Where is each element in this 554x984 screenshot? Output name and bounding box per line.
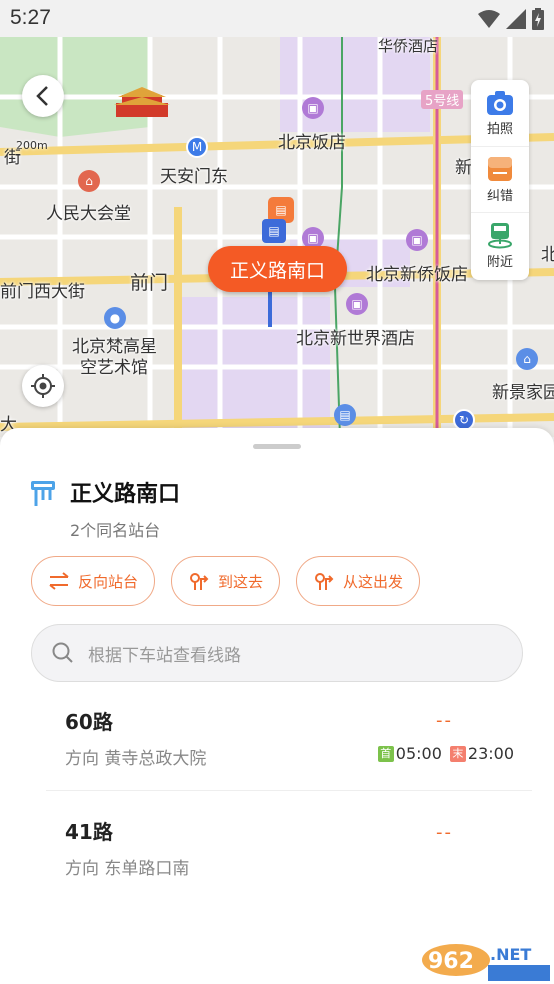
tool-camera-label: 拍照 xyxy=(486,121,513,137)
signal-icon xyxy=(506,9,526,29)
first-bus-tag: 首 xyxy=(377,745,394,762)
station-panel: 正义路南口 2个同名站台 反向站台 到这去 从这出发 根据下车站查看线路 60路… xyxy=(0,428,554,984)
route-eta: -- xyxy=(436,710,453,731)
nearby-bus-icon xyxy=(488,223,512,249)
route-divider xyxy=(46,790,532,791)
feedback-icon xyxy=(488,157,512,181)
search-placeholder: 根据下车站查看线路 xyxy=(88,645,241,666)
camera-icon xyxy=(487,90,513,115)
map-label-xinjing: 新景家园 xyxy=(492,383,554,403)
status-time: 5:27 xyxy=(10,6,51,29)
station-pin-label[interactable]: 正义路南口 xyxy=(208,246,348,292)
map-label-xin: 新 xyxy=(455,158,472,178)
locate-icon xyxy=(31,374,55,398)
tool-feedback[interactable]: 纠错 xyxy=(471,146,529,212)
bus-poi-icon: ▤ xyxy=(334,404,356,426)
bus-stop-icon xyxy=(31,481,55,506)
route-name: 60路 xyxy=(65,710,113,734)
map-label-jie: 街 xyxy=(4,148,21,168)
map-label-bei: 北 xyxy=(541,245,554,265)
tool-feedback-label: 纠错 xyxy=(486,189,513,204)
start-here-button[interactable]: 从这出发 xyxy=(296,556,421,606)
map-label-qianmen-west: 前门西大街 xyxy=(0,282,85,302)
site-watermark-logo: 962 .NET xyxy=(416,938,554,984)
swap-icon xyxy=(49,572,69,590)
tool-nearby-label: 附近 xyxy=(486,255,513,270)
tool-nearby[interactable]: 附近 xyxy=(471,212,529,278)
battery-icon xyxy=(532,8,544,30)
route-eta: -- xyxy=(436,822,453,843)
station-title: 正义路南口 xyxy=(70,482,181,507)
map-label-fanggao2: 空艺术馆 xyxy=(80,358,148,378)
hotel-icon-3: ▣ xyxy=(406,229,428,251)
locate-button[interactable] xyxy=(22,365,64,407)
metro-icon: M xyxy=(186,136,208,158)
hotel-icon: ▣ xyxy=(302,97,324,119)
route-search-input[interactable]: 根据下车站查看线路 xyxy=(31,624,523,682)
gallery-icon: ● xyxy=(104,307,126,329)
map-label-line5: 5号线 xyxy=(421,90,464,109)
bus-stop-marker-icon-2[interactable]: ▤ xyxy=(262,219,286,243)
residential-icon: ⌂ xyxy=(516,348,538,370)
map-label-beijing-hotel: 北京饭店 xyxy=(278,133,346,153)
svg-text:962: 962 xyxy=(428,949,474,974)
map-label-new-world: 北京新世界酒店 xyxy=(296,329,415,349)
station-actions: 反向站台 到这去 从这出发 xyxy=(31,556,421,606)
route-direction: 方向 黄寺总政大院 xyxy=(65,749,207,769)
reverse-station-button[interactable]: 反向站台 xyxy=(31,556,156,606)
route-times: 首 05:00 末 23:00 xyxy=(377,744,514,763)
route-direction: 方向 东单路口南 xyxy=(65,859,190,879)
hotel-icon-4: ▣ xyxy=(346,293,368,315)
route-name: 41路 xyxy=(65,820,113,844)
last-bus-time: 23:00 xyxy=(467,744,514,763)
go-here-button[interactable]: 到这去 xyxy=(171,556,281,606)
route-item[interactable]: 60路 方向 黄寺总政大院 -- 首 05:00 末 23:00 xyxy=(0,706,554,816)
back-button[interactable] xyxy=(22,75,64,117)
wifi-icon xyxy=(478,10,500,28)
tiananmen-icon xyxy=(114,87,170,117)
status-icons xyxy=(478,8,544,30)
start-here-label: 从这出发 xyxy=(343,572,404,591)
tool-camera[interactable]: 拍照 xyxy=(471,80,529,146)
go-here-label: 到这去 xyxy=(218,572,264,591)
status-bar: 5:27 xyxy=(0,0,554,37)
map-tools: 拍照 纠错 附近 xyxy=(471,80,529,280)
same-name-count[interactable]: 2个同名站台 xyxy=(70,517,160,541)
chevron-left-icon xyxy=(36,86,48,106)
map-label-xinqiao: 北京新侨饭店 xyxy=(366,265,468,285)
last-bus-tag: 末 xyxy=(449,745,466,762)
map-label-great-hall: 人民大会堂 xyxy=(46,204,131,224)
route-from-icon xyxy=(315,573,334,590)
first-bus-time: 05:00 xyxy=(395,744,442,763)
panel-grabber[interactable] xyxy=(253,444,301,449)
route-to-icon xyxy=(190,573,209,590)
map-label-tiananmen-east: 天安门东 xyxy=(160,167,228,187)
map-label-hotel-top: 华侨酒店 xyxy=(378,37,439,55)
search-icon xyxy=(52,642,73,663)
route-item[interactable]: 41路 方向 东单路口南 -- xyxy=(0,816,554,926)
landmark-icon: ⌂ xyxy=(78,170,100,192)
reverse-station-label: 反向站台 xyxy=(78,572,139,591)
svg-text:.NET: .NET xyxy=(490,945,531,964)
map-label-qianmen: 前门 xyxy=(130,272,169,294)
